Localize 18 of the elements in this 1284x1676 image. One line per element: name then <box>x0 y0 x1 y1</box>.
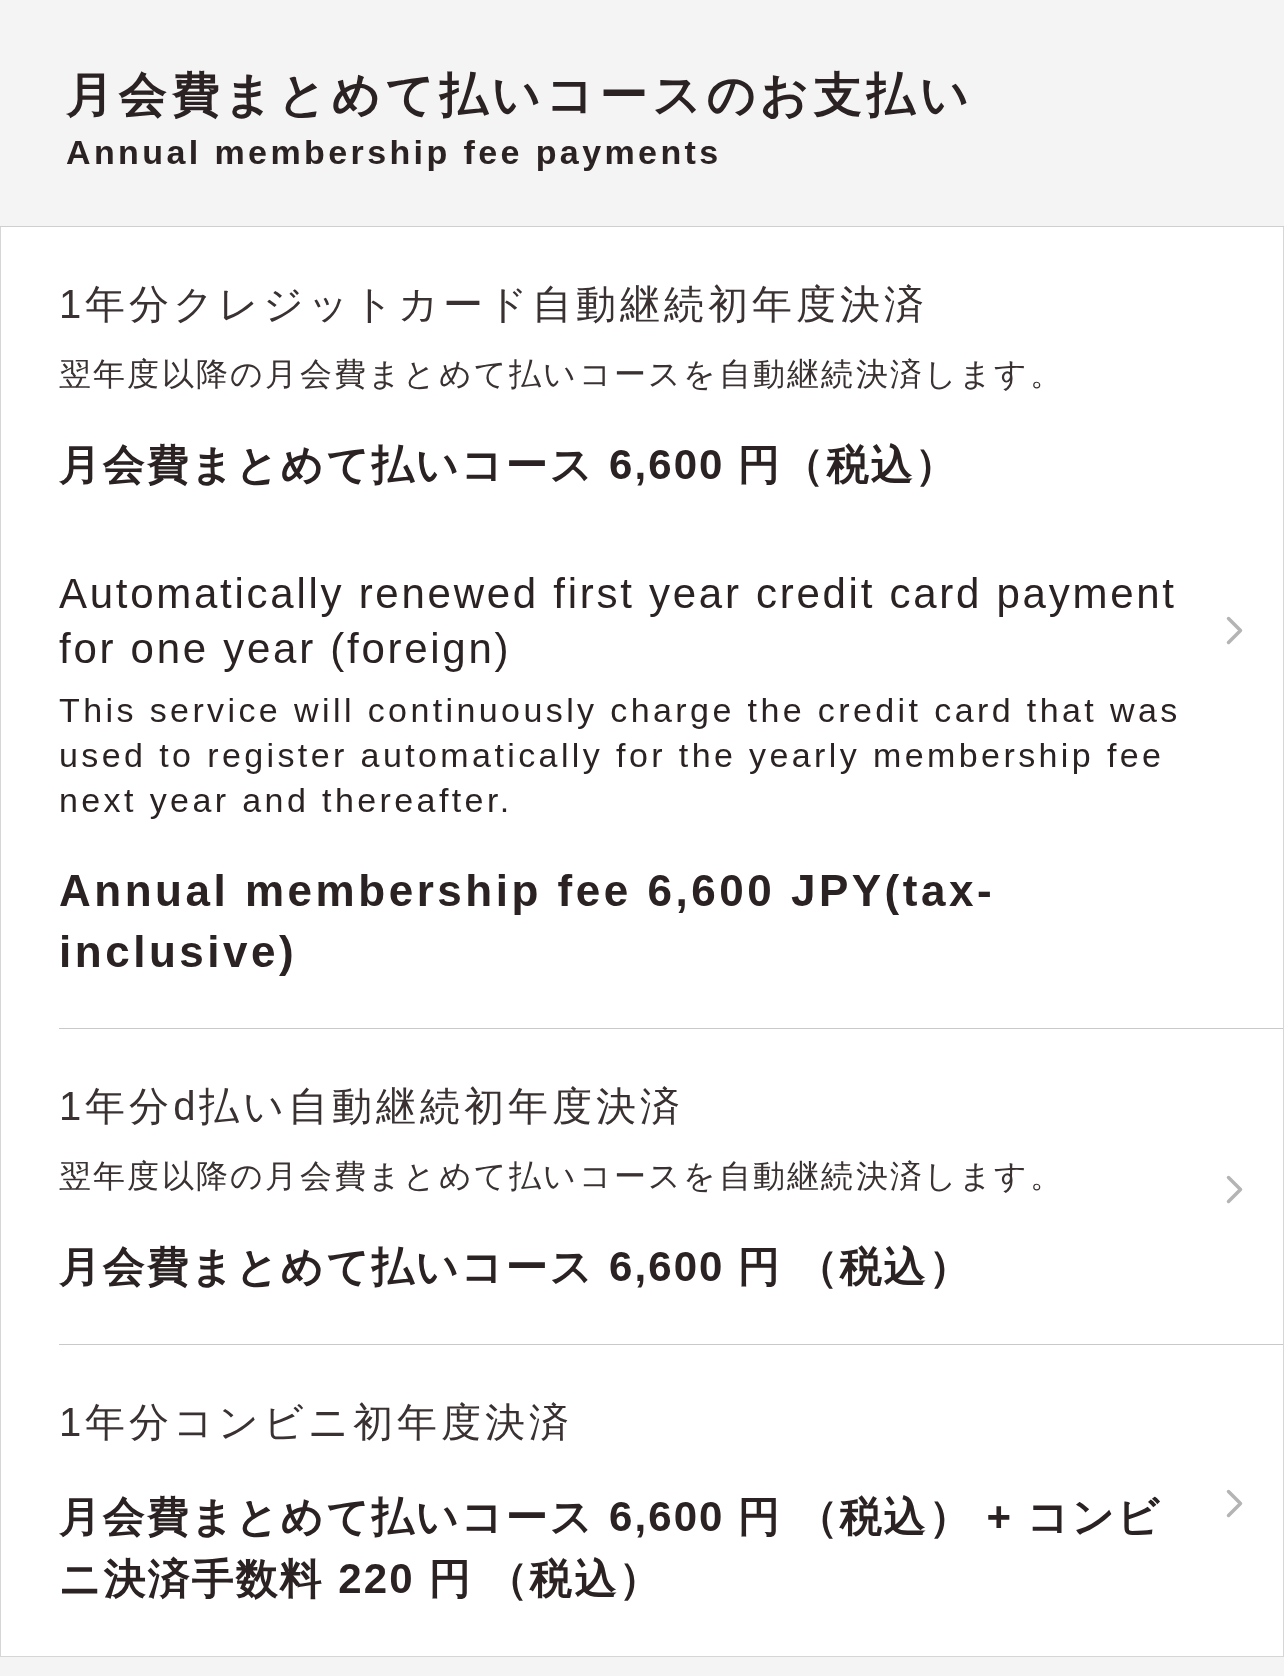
option-description: 翌年度以降の月会費まとめて払いコースを自動継続決済します。 <box>59 355 1065 394</box>
option-description: This service will continuously charge the credit card that was used to register automatically for the yearly membership fee next year and thereafter. <box>59 690 1182 821</box>
page-title: 月会費まとめて払いコースのお支払い <box>66 67 975 123</box>
option-description: 翌年度以降の月会費まとめて払いコースを自動継続決済します。 <box>59 1157 1065 1196</box>
payment-option[interactable]: 1年分コンビニ初年度決済 月会費まとめて払いコース 6,600 円 （税込） + コンビニ決済手数料 220 円 （税込） <box>59 1345 1283 1656</box>
option-title: Automatically renewed first year credit card payment for one year (foreign) <box>59 569 1178 674</box>
chevron-icon <box>1226 1488 1243 1518</box>
option-price: Annual membership fee 6,600 JPY(tax-inclusive) <box>59 865 997 978</box>
page-subtitle: Annual membership fee payments <box>66 132 723 172</box>
chevron-icon <box>1226 615 1243 645</box>
option-title: 1年分クレジットカード自動継続初年度決済 <box>59 281 930 328</box>
payment-option[interactable]: 1年分d払い自動継続初年度決済 翌年度以降の月会費まとめて払いコースを自動継続決済します。 月会費まとめて払いコース 6,600 円 （税込） <box>59 1029 1283 1345</box>
option-title: 1年分コンビニ初年度決済 <box>59 1399 575 1446</box>
option-price: 月会費まとめて払いコース 6,600 円（税込） <box>59 440 960 490</box>
option-price: 月会費まとめて払いコース 6,600 円 （税込） <box>59 1242 974 1292</box>
chevron-icon <box>1226 1174 1243 1204</box>
option-title: 1年分d払い自動継続初年度決済 <box>59 1083 686 1130</box>
option-price: 月会費まとめて払いコース 6,600 円 （税込） + コンビニ決済手数料 220 円 （税込） <box>59 1492 1164 1604</box>
